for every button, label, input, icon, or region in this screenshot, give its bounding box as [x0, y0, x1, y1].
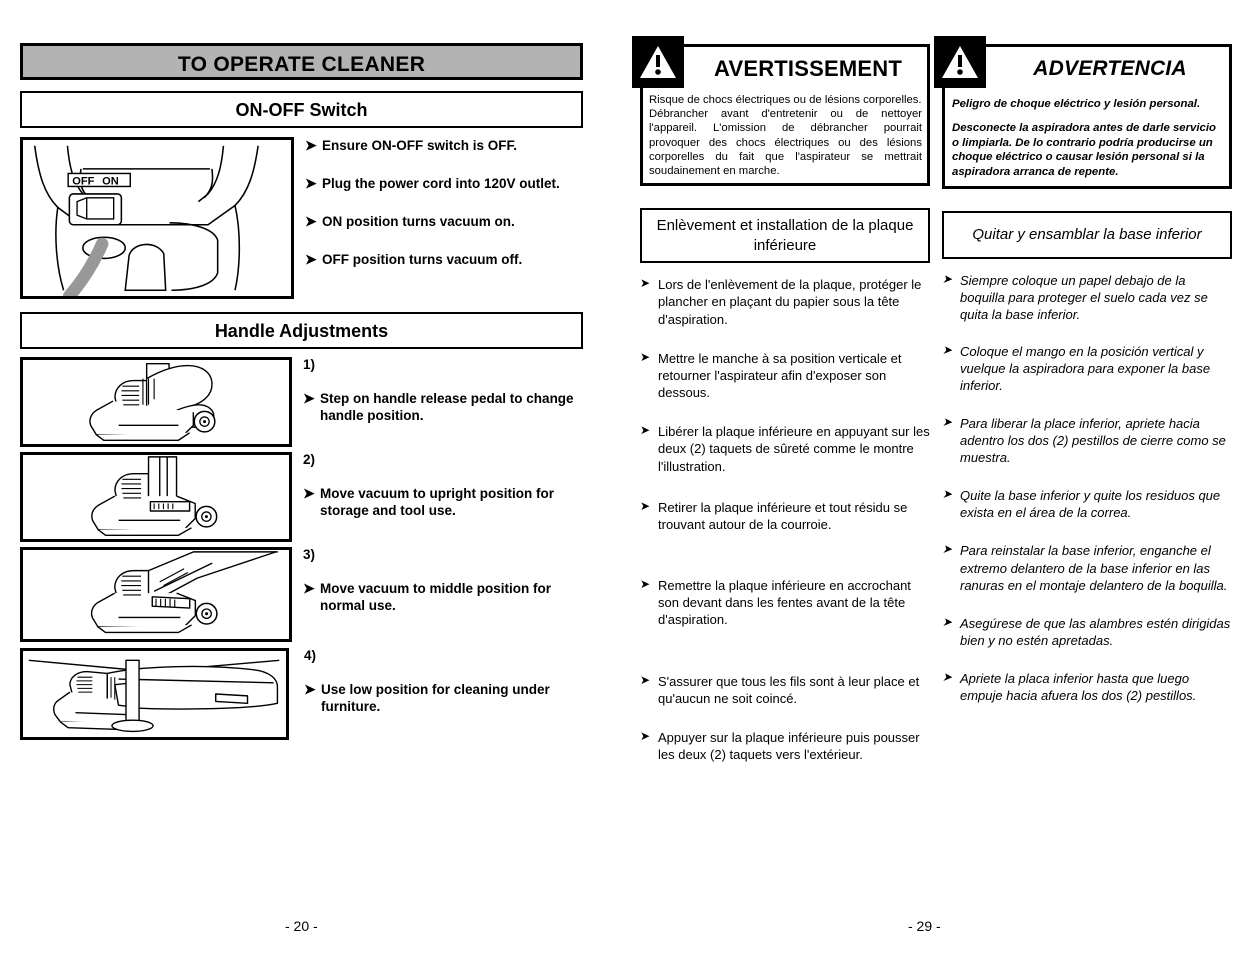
warning-paragraph: Débrancher avant d'entretenir ou de nett… [649, 108, 922, 178]
bullet-item: ➤ OFF position turns vacuum off. [305, 250, 523, 267]
bullet-item: ➤ Coloque el mango en la posición vertic… [942, 343, 1211, 394]
bullet-item: ➤ Retirer la plaque inférieure et tout r… [640, 498, 908, 532]
spanish-column: ADVERTENCIA Peligro de choque eléctrico … [934, 36, 1232, 704]
handle-step-row-1: 1) ➤ Step on handle release pedal to cha… [20, 357, 583, 447]
on-off-bullet-list: ➤ Ensure ON-OFF switch is OFF. ➤ Plug th… [294, 137, 583, 289]
bullet-arrow-icon: ➤ [305, 212, 317, 229]
warning-paragraph: Desconecte la aspiradora antes de darle … [952, 121, 1217, 179]
vacuum-middle-position-illustration [90, 551, 278, 634]
bullet-arrow-icon: ➤ [640, 349, 651, 364]
warning-header: ADVERTENCIA [945, 47, 1229, 91]
english-column: TO OPERATE CLEANER ON-OFF Switch OFF ON … [20, 43, 583, 740]
foot-on-pedal-illustration [89, 363, 216, 441]
bullet-item: ➤ Mettre le manche à sa position vertica… [640, 349, 902, 401]
bullet-arrow-icon: ➤ [640, 672, 651, 687]
handle-step-1-text: 1) ➤ Step on handle release pedal to cha… [292, 357, 583, 445]
handle-step-row-3: 3) ➤ Move vacuum to middle position for … [20, 547, 583, 642]
bullet-item: ➤ Move vacuum to upright position for st… [303, 485, 554, 519]
french-section-heading: Enlèvement et installation de la plaque … [640, 208, 930, 264]
section-heading-on-off-switch: ON-OFF Switch [20, 91, 583, 128]
bullet-item: ➤ Para reinstalar la base inferior, enga… [942, 542, 1228, 593]
step-number: 4) [304, 648, 317, 663]
bullet-arrow-icon: ➤ [942, 343, 953, 358]
warning-triangle-icon [934, 36, 986, 88]
handle-step-4-text: 4) ➤ Use low position for cleaning under… [289, 648, 583, 736]
spanish-warning-block: ADVERTENCIA Peligro de choque eléctrico … [934, 36, 1232, 190]
switch-label-on: ON [102, 175, 119, 187]
bullet-item: ➤ Remettre la plaque inférieure en accro… [640, 577, 911, 628]
figure-handle-step-1 [20, 357, 292, 447]
bullet-item: ➤ Para liberar la place inferior, apriet… [942, 414, 1226, 465]
bullet-item: ➤ Siempre coloque un papel debajo de la … [942, 271, 1208, 322]
warning-header: AVERTISSEMENT [643, 47, 927, 91]
page-title: TO OPERATE CLEANER [20, 43, 583, 80]
bullet-arrow-icon: ➤ [942, 487, 953, 502]
bullet-item: ➤ Asegúrese de que las alambres estén di… [942, 614, 1231, 648]
figure-handle-step-2 [20, 452, 292, 542]
warning-triangle-glyph [942, 46, 978, 78]
section-heading-handle-adjustments: Handle Adjustments [20, 312, 583, 349]
bullet-arrow-icon: ➤ [305, 174, 317, 191]
bullet-arrow-icon: ➤ [942, 670, 953, 685]
bullet-item: ➤ S'assurer que tous les fils sont à leu… [640, 672, 920, 706]
vacuum-low-position-under-furniture-illustration [28, 659, 280, 733]
warning-paragraph: Risque de chocs électriques ou de lésion… [649, 94, 922, 106]
bullet-item: ➤ Ensure ON-OFF switch is OFF. [305, 137, 518, 153]
french-warning-block: AVERTISSEMENT Risque de chocs électrique… [632, 36, 930, 187]
page-number-right: - 29 - [908, 918, 941, 934]
bullet-arrow-icon: ➤ [304, 681, 316, 697]
step-number: 1) [303, 357, 316, 372]
bullet-item: ➤ Apriete la placa inferior hasta que lu… [942, 670, 1197, 704]
bullet-item: ➤ Lors de l'enlèvement de la plaque, pro… [640, 276, 922, 327]
figure-on-off-switch: OFF ON [20, 137, 294, 299]
bullet-arrow-icon: ➤ [640, 577, 651, 592]
bullet-item: ➤ Plug the power cord into 120V outlet. [305, 174, 560, 191]
warning-text: Risque de chocs électriques ou de lésion… [643, 91, 927, 183]
bullet-arrow-icon: ➤ [303, 485, 315, 501]
bullet-arrow-icon: ➤ [942, 614, 953, 629]
warning-triangle-glyph [640, 46, 676, 78]
bullet-arrow-icon: ➤ [640, 423, 651, 438]
bullet-arrow-icon: ➤ [640, 276, 651, 291]
bullet-arrow-icon: ➤ [303, 580, 315, 596]
handle-step-3-text: 3) ➤ Move vacuum to middle position for … [292, 547, 583, 635]
page-number-left: - 20 - [285, 918, 318, 934]
on-off-switch-row: OFF ON ➤ Ensure ON-OFF switch is OFF. ➤ … [20, 137, 583, 299]
handle-step-row-4: 4) ➤ Use low position for cleaning under… [20, 648, 583, 740]
warning-title: AVERTISSEMENT [714, 56, 902, 81]
step-number: 2) [303, 452, 316, 467]
bullet-arrow-icon: ➤ [942, 271, 953, 286]
bullet-arrow-icon: ➤ [640, 498, 651, 513]
warning-paragraph: Peligro de choque eléctrico y lesión per… [952, 98, 1201, 110]
vacuum-switch-illustration: OFF ON [33, 145, 259, 296]
bullet-arrow-icon: ➤ [942, 542, 953, 557]
handle-step-2-text: 2) ➤ Move vacuum to upright position for… [292, 452, 583, 540]
bullet-arrow-icon: ➤ [303, 390, 315, 406]
bullet-item: ➤ Quite la base inferior y quite los res… [942, 487, 1221, 521]
manual-page: TO OPERATE CLEANER ON-OFF Switch OFF ON … [0, 0, 1235, 954]
french-column: AVERTISSEMENT Risque de chocs électrique… [632, 36, 930, 763]
step-number: 3) [303, 547, 316, 562]
bullet-arrow-icon: ➤ [942, 414, 953, 429]
bullet-item: ➤ Move vacuum to middle position for nor… [303, 580, 552, 614]
spanish-section-heading: Quitar y ensamblar la base inferior [942, 211, 1232, 259]
figure-handle-step-3 [20, 547, 292, 642]
handle-step-row-2: 2) ➤ Move vacuum to upright position for… [20, 452, 583, 542]
warning-title: ADVERTENCIA [1033, 57, 1187, 80]
bullet-item: ➤ Appuyer sur la plaque inférieure puis … [640, 728, 920, 762]
switch-label-off: OFF [72, 175, 94, 187]
bullet-item: ➤ Libérer la plaque inférieure en appuya… [640, 423, 930, 474]
bullet-item: ➤ Step on handle release pedal to change… [303, 390, 574, 424]
bullet-arrow-icon: ➤ [640, 728, 651, 743]
figure-handle-step-4 [20, 648, 289, 740]
bullet-arrow-icon: ➤ [305, 250, 317, 267]
warning-triangle-icon [632, 36, 684, 88]
vacuum-upright-illustration [91, 456, 218, 536]
bullet-arrow-icon: ➤ [305, 137, 317, 153]
warning-text: Peligro de choque eléctrico y lesión per… [945, 91, 1229, 186]
bullet-item: ➤ ON position turns vacuum on. [305, 212, 515, 229]
bullet-item: ➤ Use low position for cleaning under fu… [304, 681, 550, 715]
